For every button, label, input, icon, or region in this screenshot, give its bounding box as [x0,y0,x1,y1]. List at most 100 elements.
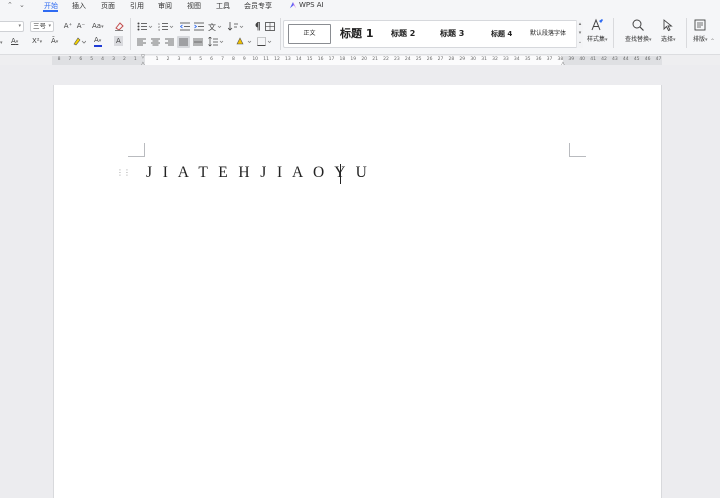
tab-tools[interactable]: 工具 [216,1,230,11]
chevron-down-icon[interactable]: ▾ [18,23,21,29]
style-heading-2[interactable]: 标题 2 [391,21,415,47]
align-left-icon[interactable] [137,38,146,46]
ruler-number: 20 [361,57,368,62]
wps-ai-logo-icon [289,2,297,9]
line-spacing-icon[interactable] [208,37,224,47]
char-shading-icon[interactable]: A [114,36,123,46]
superscript-icon[interactable]: X²▾ [32,36,42,47]
border-icon[interactable] [257,37,273,47]
eraser-icon[interactable] [114,22,124,31]
first-line-indent-marker[interactable]: ▽ [141,54,145,60]
change-case-icon[interactable]: Aa▾ [92,21,104,32]
ruler-number: 32 [492,57,498,62]
ruler-number: 33 [503,57,509,62]
ruler-number: 41 [590,57,596,62]
ruler-number: 3 [112,57,115,62]
ruler-number: 47 [655,57,662,62]
ruler-number: 19 [350,57,357,62]
strikethrough-dropdown[interactable]: ▾ [0,37,3,48]
align-center-icon[interactable] [151,38,160,46]
chevron-up-icon[interactable]: ▴ [577,20,583,29]
font-name-select[interactable]: ▾ [0,21,24,32]
ruler-number: 35 [524,57,531,62]
ruler-number: 40 [579,57,586,62]
font-grow-icon[interactable]: A⁺ [63,21,73,31]
ruler-number: 1 [133,57,137,62]
ruler-number: 45 [633,57,640,62]
separator [686,18,687,48]
font-shrink-icon[interactable]: A⁻ [76,21,86,31]
paragraph-shading-icon[interactable] [236,37,252,47]
layout-button[interactable]: 排版▾ [693,18,708,43]
tab-wps-ai[interactable]: WPS AI [299,1,324,9]
table-grid-icon[interactable] [265,22,275,31]
chinese-layout-icon[interactable]: 文 [208,22,222,31]
ruler-number: 7 [221,57,224,62]
collapse-ribbon-icon[interactable]: ⌃ [710,38,715,45]
style-set-button[interactable]: 样式集▾ [587,18,608,43]
style-set-icon [591,18,604,31]
decrease-indent-icon[interactable] [180,22,190,31]
align-justify-icon[interactable] [179,38,188,46]
margin-corner-top-left [128,143,145,157]
separator [613,18,614,48]
paragraph-drag-handle-icon[interactable]: ⋮⋮ [116,168,131,177]
ruler-number: 3 [177,57,181,62]
tab-references[interactable]: 引用 [130,1,144,11]
align-right-icon[interactable] [165,38,174,46]
ruler-number: 2 [122,57,126,62]
ruler-number: 46 [644,57,651,62]
chevron-left-icon[interactable]: ⌃ [7,1,13,9]
ruler-number: 31 [481,57,487,62]
ruler-number: 36 [535,57,542,62]
tab-member[interactable]: 会员专享 [244,1,272,11]
ruler-number: 8 [57,57,61,62]
distributed-align-icon[interactable] [193,38,203,46]
svg-text:3: 3 [158,28,160,31]
ruler-number: 26 [426,57,433,62]
ruler-number: 6 [210,57,214,62]
styles-scroll[interactable]: ▴ ▾ ⌄ [576,20,583,48]
ruler-number: 1 [155,57,159,62]
horizontal-ruler[interactable]: 8 7 6 5 4 3 2 1 1 2 3 4 5 6 7 8 9 10 11 12 13 14 15 16 17 18 19 20 2… [52,54,662,67]
tab-review[interactable]: 审阅 [158,1,172,11]
tab-view[interactable]: 视图 [187,1,201,11]
chevron-down-icon[interactable]: ⌄ [19,1,25,9]
select-button[interactable]: 选择▾ [661,18,676,43]
style-heading-1[interactable]: 标题 1 [340,21,373,47]
font-size-value: 三号 [33,22,46,30]
cursor-select-icon [663,19,674,32]
separator [280,18,281,50]
show-marks-icon[interactable] [251,22,261,31]
style-heading-4[interactable]: 标题 4 [491,21,512,47]
ruler-number: 39 [568,57,575,62]
expand-icon[interactable]: ⌄ [577,38,583,47]
tab-page[interactable]: 页面 [101,1,115,11]
document-text[interactable]: J I A T E H J I A O Y U [146,164,370,182]
ruler-number: 8 [231,57,235,62]
ruler-number: 17 [328,57,335,62]
ruler-number: 11 [263,57,269,62]
style-normal[interactable]: 正文 [288,24,331,44]
chevron-down-icon[interactable]: ▾ [577,29,583,38]
increase-indent-icon[interactable] [194,22,204,31]
ruler-number: 15 [306,57,313,62]
ruler-number: 30 [470,57,477,62]
text-effect-icon[interactable]: Ā▾ [51,36,58,47]
underline-icon[interactable]: A▾ [11,36,18,47]
highlight-pen-icon[interactable] [72,36,86,47]
ruler-number: 5 [199,57,203,62]
style-heading-3[interactable]: 标题 3 [440,21,464,47]
numbered-list-icon[interactable]: 123 [158,22,174,31]
superscript-label: X² [32,37,40,45]
ruler-number: 27 [437,57,444,62]
font-size-select[interactable]: 三号 ▾ [30,21,54,32]
tab-insert[interactable]: 插入 [72,1,86,11]
sort-icon[interactable] [228,22,244,31]
layout-label: 排版 [693,36,706,43]
chevron-down-icon[interactable]: ▾ [48,23,51,29]
bullet-list-icon[interactable] [137,22,153,31]
find-replace-button[interactable]: 查找替换▾ [625,18,652,43]
change-case-label: Aa [92,22,102,30]
style-default-paragraph-font[interactable]: 默认段落字体 [530,21,566,47]
